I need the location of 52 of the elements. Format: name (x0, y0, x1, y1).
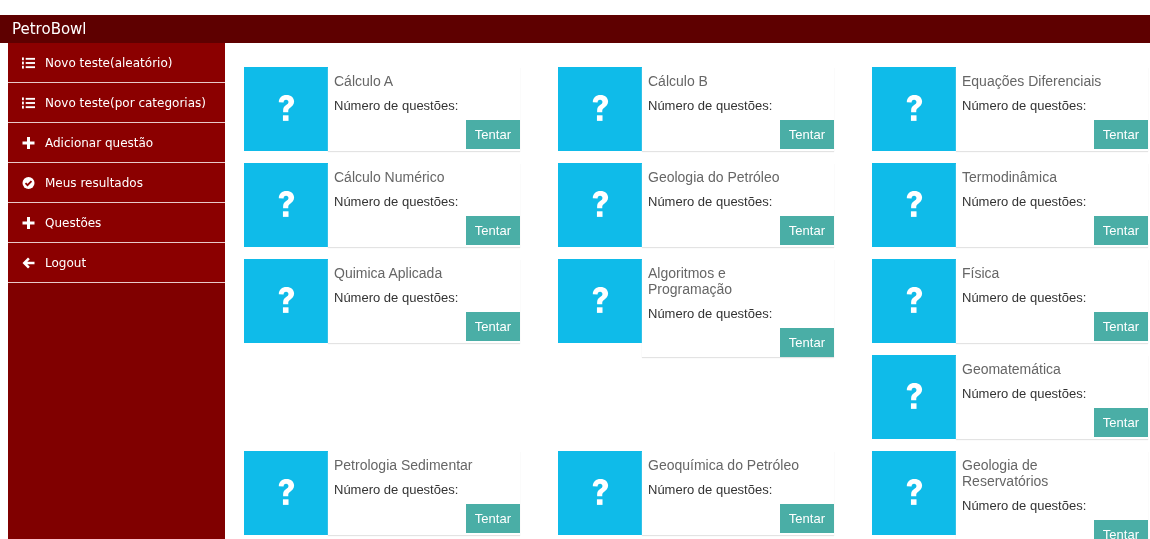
card-title: Algoritmos e Programação (648, 265, 734, 297)
card-title: Geologia do Petróleo (648, 169, 780, 185)
card-title: Física (962, 265, 1000, 281)
question-count-label: Número de questões: (334, 482, 459, 497)
try-button[interactable]: Tentar (779, 504, 834, 533)
question-count-label: Número de questões: (648, 482, 773, 497)
question-count-label: Número de questões: (334, 98, 459, 113)
card-title: Geologia de Reservatórios (962, 457, 1050, 489)
try-button[interactable]: Tentar (779, 120, 834, 149)
card-title: Cálculo B (648, 73, 708, 89)
question-count-label: Número de questões: (648, 306, 773, 321)
question-count-label: Número de questões: (962, 290, 1087, 305)
try-button[interactable]: Tentar (465, 120, 520, 149)
card-title: Quimica Aplicada (334, 265, 443, 281)
app-title: PetroBowl (12, 20, 87, 38)
question-count-label: Número de questões: (334, 290, 459, 305)
question-count-label: Número de questões: (962, 98, 1087, 113)
sidebar-item[interactable]: Adicionar questão (8, 123, 225, 163)
sidebar-item[interactable]: Logout (8, 243, 225, 283)
try-button[interactable]: Tentar (465, 216, 520, 245)
try-button[interactable]: Tentar (1093, 520, 1148, 539)
card-title: Geoquímica do Petróleo (648, 457, 799, 473)
try-button[interactable]: Tentar (465, 312, 520, 341)
plus-icon (22, 216, 35, 229)
card-title: Termodinâmica (962, 169, 1057, 185)
card-title: Geomatemática (962, 361, 1061, 377)
sidebar-item[interactable]: Questões (8, 203, 225, 243)
question-count-label: Número de questões: (962, 386, 1087, 401)
question-count-label: Número de questões: (334, 194, 459, 209)
check-circle-icon (22, 176, 35, 189)
question-count-label: Número de questões: (962, 498, 1087, 513)
question-count-label: Número de questões: (648, 194, 773, 209)
try-button[interactable]: Tentar (1093, 312, 1148, 341)
try-button[interactable]: Tentar (465, 504, 520, 533)
question-count-label: Número de questões: (962, 194, 1087, 209)
card-title: Equações Diferenciais (962, 73, 1102, 89)
numbered-list-icon (22, 56, 35, 69)
try-button[interactable]: Tentar (1093, 216, 1148, 245)
numbered-list-icon (22, 96, 35, 109)
arrow-left-icon (22, 256, 35, 269)
sidebar-item[interactable]: Novo teste(aleatório) (8, 43, 225, 83)
sidebar-item[interactable]: Novo teste(por categorias) (8, 83, 225, 123)
try-button[interactable]: Tentar (1093, 120, 1148, 149)
card-title: Cálculo A (334, 73, 394, 89)
question-count-label: Número de questões: (648, 98, 773, 113)
card-title: Petrologia Sedimentar (334, 457, 473, 473)
sidebar-item[interactable]: Meus resultados (8, 163, 225, 203)
try-button[interactable]: Tentar (779, 328, 834, 357)
card-title: Cálculo Numérico (334, 169, 445, 185)
try-button[interactable]: Tentar (1093, 408, 1148, 437)
plus-icon (22, 136, 35, 149)
try-button[interactable]: Tentar (779, 216, 834, 245)
